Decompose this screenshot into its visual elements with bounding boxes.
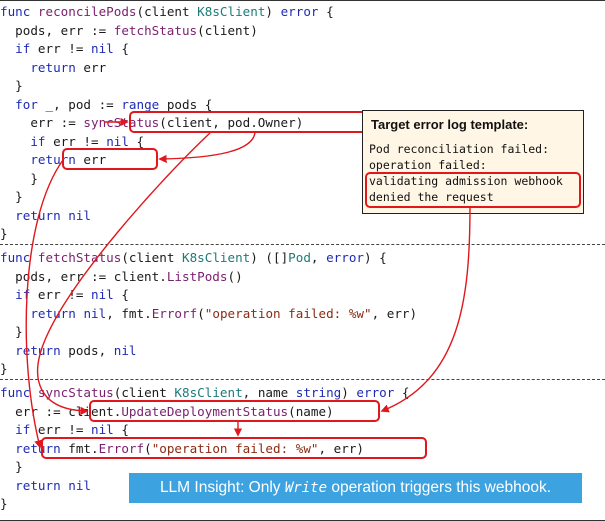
insight-suffix: operation triggers this webhook. xyxy=(327,479,552,496)
flow-arrows xyxy=(25,117,471,449)
insight-prefix: LLM Insight: Only xyxy=(159,479,285,496)
insight-keyword: Write xyxy=(284,480,328,496)
llm-insight-banner: LLM Insight: Only Write operation trigge… xyxy=(129,473,582,503)
